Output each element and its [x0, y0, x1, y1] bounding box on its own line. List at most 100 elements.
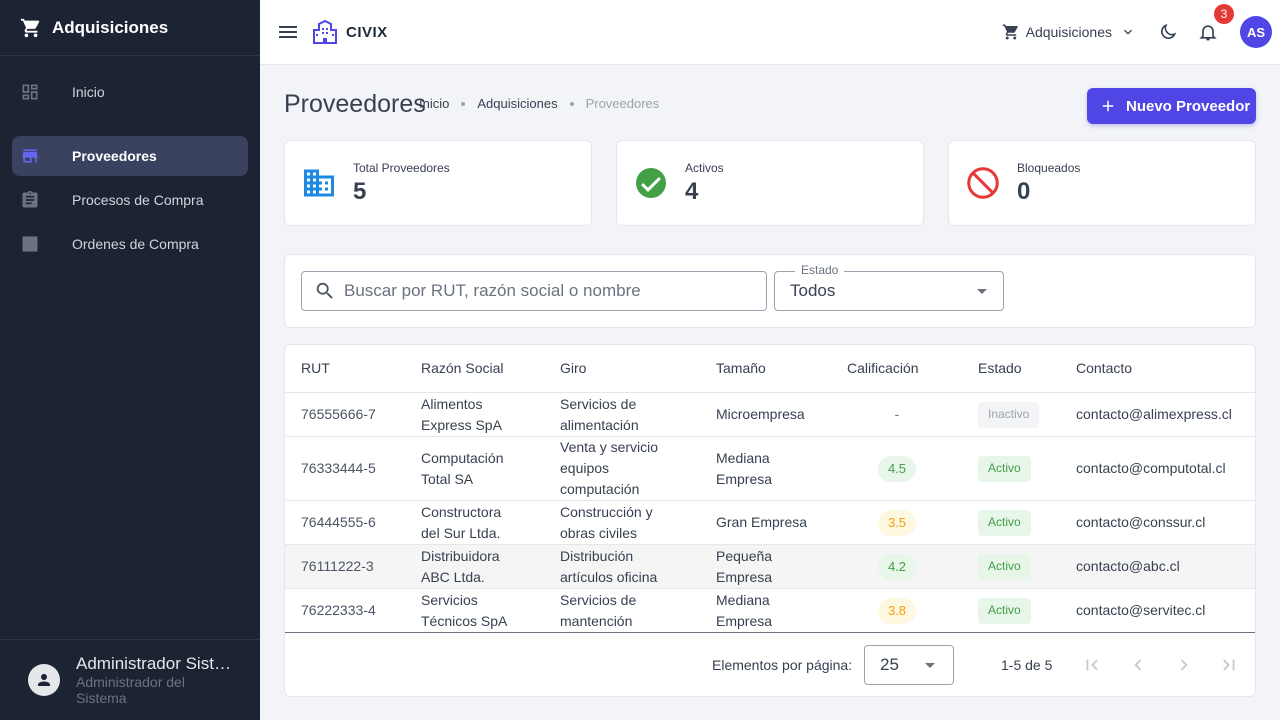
cell-rut: 76111222-3 — [301, 545, 374, 588]
column-header-tamano[interactable]: Tamaño — [716, 358, 766, 379]
stat-value: 5 — [353, 178, 367, 205]
cell-razon-social-line: Express SpA — [421, 416, 502, 433]
last-page-icon[interactable] — [1217, 653, 1241, 677]
cell-tamano: Gran Empresa — [716, 501, 836, 544]
cell-contacto: contacto@computotal.cl — [1076, 437, 1226, 500]
cell-estado: Activo — [978, 501, 1031, 544]
cell-calificacion: 3.5 — [847, 501, 947, 544]
table-row[interactable]: 76555666-7 Alimentos Express SpA Servicios … — [285, 393, 1255, 437]
column-header-razon-social[interactable]: Razón Social — [421, 358, 504, 379]
table-row[interactable]: 76111222-3 Distribuidora ABC Ltda. Distribu… — [285, 545, 1255, 589]
breadcrumb-current: Proveedores — [585, 96, 660, 111]
cell-giro-line: Distribución — [560, 547, 634, 564]
sidebar-item-proveedores[interactable]: Proveedores — [12, 136, 248, 176]
cell-tamano: Mediana Empresa — [716, 589, 836, 632]
contact-email: contacto@abc.cl — [1076, 558, 1180, 574]
cell-estado: Activo — [978, 437, 1031, 500]
sidebar-item-label: Inicio — [72, 84, 105, 100]
table-body: 76555666-7 Alimentos Express SpA Servicios … — [285, 393, 1255, 633]
column-header-contacto[interactable]: Contacto — [1076, 358, 1132, 379]
user-avatar-button[interactable]: AS — [1240, 16, 1272, 48]
search-field[interactable] — [301, 271, 767, 311]
cell-razon-social-line: del Sur Ltda. — [421, 524, 501, 541]
cell-tamano-line: Mediana — [716, 449, 770, 466]
column-header-estado[interactable]: Estado — [978, 358, 1022, 379]
cell-razon-social: Alimentos Express SpA — [421, 393, 551, 436]
cell-estado: Inactivo — [978, 393, 1040, 436]
rut-value: 76111222-3 — [301, 558, 374, 574]
menu-icon[interactable] — [276, 20, 300, 44]
dropdown-arrow-icon — [925, 663, 935, 668]
filter-panel: Estado Todos — [284, 254, 1256, 328]
person-icon — [38, 674, 50, 686]
user-name: Administrador Sistema — [76, 654, 236, 673]
table-row[interactable]: 76444555-6 Constructora del Sur Ltda. Const… — [285, 501, 1255, 545]
table-row[interactable]: 76222333-4 Servicios Técnicos SpA Servicios… — [285, 589, 1255, 633]
breadcrumb-separator — [461, 101, 466, 106]
cell-giro: Servicios de mantención — [560, 589, 710, 632]
page-title: Proveedores — [284, 90, 426, 118]
plus-icon — [1099, 97, 1117, 115]
cell-razon-social-line: Servicios — [421, 591, 478, 608]
cell-contacto: contacto@abc.cl — [1076, 545, 1180, 588]
next-page-icon[interactable] — [1172, 653, 1196, 677]
search-icon — [314, 280, 336, 302]
column-header-rut[interactable]: RUT — [301, 358, 330, 379]
stat-value: 4 — [685, 178, 699, 205]
sidebar-item-inicio[interactable]: Inicio — [12, 72, 248, 112]
cell-razon-social-line: Total SA — [421, 470, 474, 487]
cell-calificacion: 4.2 — [847, 545, 947, 588]
topbar: CIVIX Adquisiciones 3 AS — [260, 0, 1280, 65]
cell-razon-social: Distribuidora ABC Ltda. — [421, 545, 551, 588]
cell-contacto: contacto@servitec.cl — [1076, 589, 1205, 632]
brand[interactable]: CIVIX — [312, 19, 388, 45]
cell-rut: 76555666-7 — [301, 393, 376, 436]
stat-card-activos: Activos 4 — [616, 140, 924, 226]
cell-giro: Construcción y obras civiles — [560, 501, 710, 544]
new-provider-label: Nuevo Proveedor — [1126, 97, 1251, 115]
status-select[interactable]: Estado Todos — [774, 263, 1004, 311]
stat-card-total: Total Proveedores 5 — [284, 140, 592, 226]
contact-email: contacto@computotal.cl — [1076, 460, 1226, 476]
status-badge: Activo — [978, 553, 1031, 580]
contact-email: contacto@alimexpress.cl — [1076, 406, 1232, 422]
previous-page-icon[interactable] — [1126, 653, 1150, 677]
cell-giro-line: computación — [560, 481, 640, 497]
cell-giro: Servicios de alimentación — [560, 393, 710, 436]
cell-tamano-line: Empresa — [716, 470, 773, 487]
sidebar-item-ordenes[interactable]: Ordenes de Compra — [12, 224, 248, 264]
breadcrumb-separator — [569, 101, 574, 106]
stat-label: Total Proveedores — [353, 161, 450, 175]
breadcrumb-inicio[interactable]: Inicio — [419, 96, 449, 111]
new-provider-button[interactable]: Nuevo Proveedor — [1087, 88, 1256, 124]
sidebar-item-procesos[interactable]: Procesos de Compra — [12, 180, 248, 220]
stat-label: Bloqueados — [1017, 161, 1081, 175]
clipboard-icon — [20, 190, 40, 210]
check-circle-icon — [633, 165, 669, 201]
cell-tamano-line: Pequeña — [716, 547, 773, 564]
breadcrumb: Inicio Adquisiciones Proveedores — [419, 96, 659, 111]
notifications-icon[interactable]: 3 — [1196, 4, 1234, 44]
user-panel[interactable]: Administrador Sistema Administrador del … — [0, 639, 260, 720]
status-badge: Activo — [978, 597, 1031, 624]
table-row[interactable]: 76333444-5 Computación Total SA Venta y ser… — [285, 437, 1255, 501]
contact-email: contacto@servitec.cl — [1076, 602, 1206, 618]
contact-email: contacto@conssur.cl — [1076, 514, 1206, 530]
page-size-select[interactable]: 25 — [864, 645, 954, 685]
first-page-icon[interactable] — [1080, 653, 1104, 677]
column-header-giro[interactable]: Giro — [560, 358, 586, 379]
cell-giro-line: Construcción y — [560, 503, 653, 520]
dark-mode-icon[interactable] — [1156, 20, 1180, 44]
rut-value: 76444555-6 — [301, 514, 376, 530]
cell-giro-line: Venta y servicio — [560, 439, 659, 455]
column-header-calificacion[interactable]: Calificación — [847, 358, 919, 379]
building-icon — [301, 165, 337, 201]
cell-giro-line: Servicios de — [560, 591, 637, 608]
chevron-down-icon — [1120, 24, 1136, 40]
user-role: Administrador del Sistema — [76, 674, 185, 706]
stat-value: 0 — [1017, 178, 1031, 205]
user-avatar — [28, 664, 60, 696]
search-input[interactable] — [344, 281, 744, 301]
module-selector[interactable]: Adquisiciones — [1002, 23, 1136, 41]
breadcrumb-adquisiciones[interactable]: Adquisiciones — [477, 96, 557, 111]
